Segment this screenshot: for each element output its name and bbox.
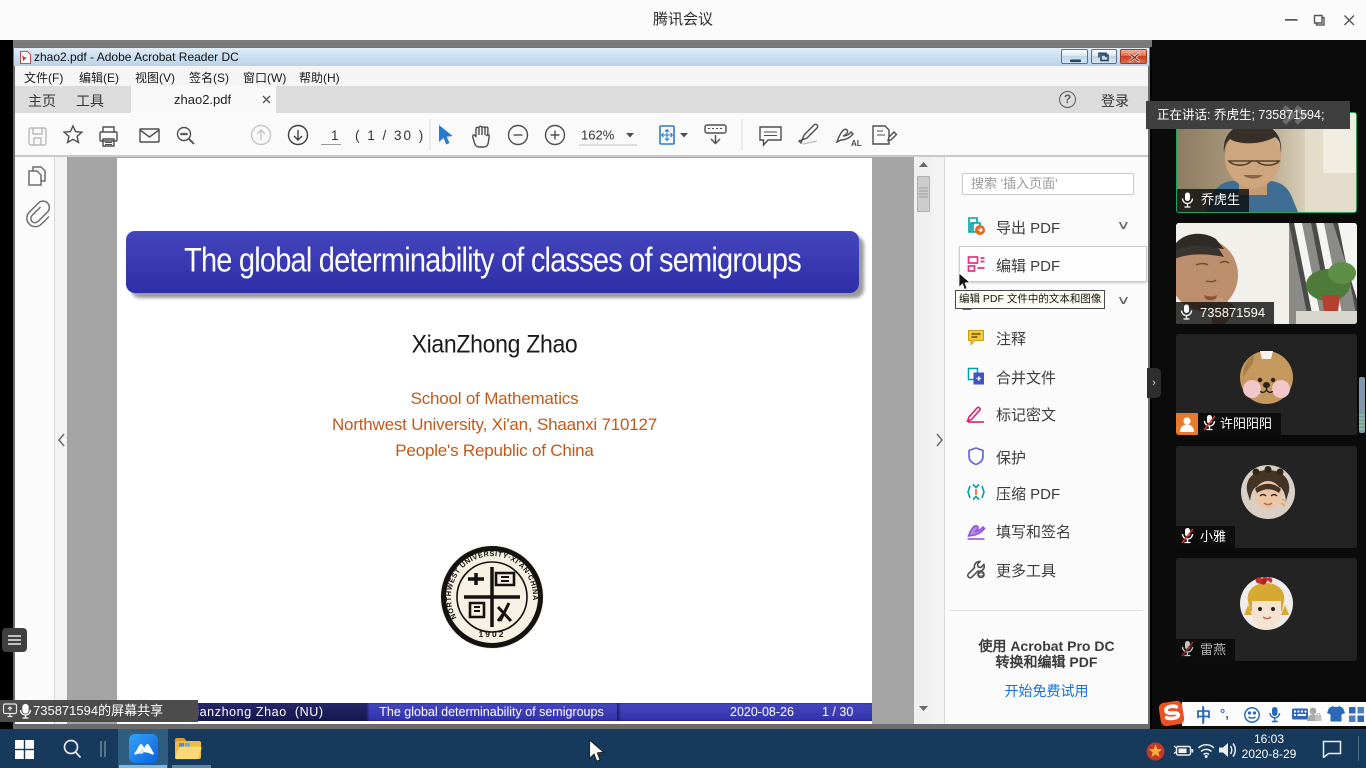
svg-text:AL: AL: [851, 139, 862, 148]
svg-text:( 1 / 30 ): ( 1 / 30 ): [355, 128, 425, 143]
svg-text:°,: °,: [1220, 706, 1229, 721]
svg-text:1902: 1902: [479, 629, 506, 639]
svg-text:162%: 162%: [581, 128, 615, 143]
svg-text:1: 1: [331, 128, 339, 143]
